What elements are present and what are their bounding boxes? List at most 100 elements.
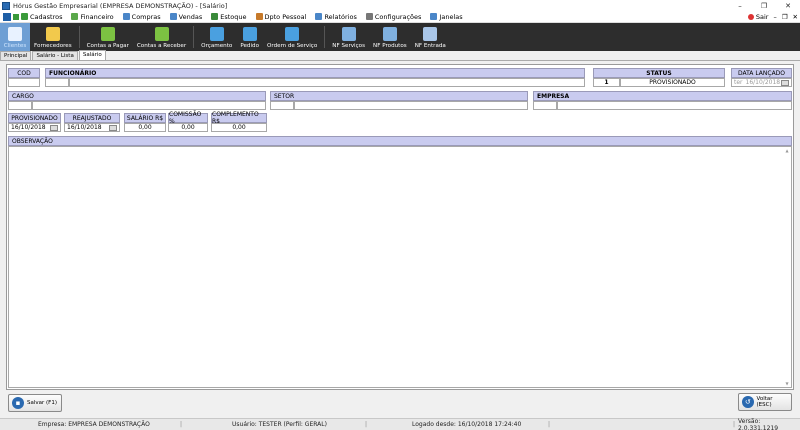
funcionario-id-field[interactable]	[45, 78, 69, 87]
menu-estoque[interactable]: Estoque	[211, 13, 247, 21]
mdi-doc-icon	[3, 12, 11, 21]
cod-field[interactable]	[8, 78, 40, 87]
status-separator: |	[733, 421, 736, 428]
provisionado-date-field[interactable]: 16/10/2018	[8, 123, 61, 132]
fornecedores-icon	[45, 27, 60, 41]
setor-nome-field[interactable]	[294, 101, 528, 110]
toolbar-nf-servicos-button[interactable]: NF Serviços	[328, 23, 369, 51]
status-num-field: 1	[593, 78, 620, 87]
menu-compras[interactable]: Compras	[122, 13, 161, 21]
comissao-field[interactable]: 0,00	[168, 123, 208, 132]
toolbar-nf-entrada-button[interactable]: NF Entrada	[411, 23, 450, 51]
app-window: Hórus Gestão Empresarial (EMPRESA DEMONS…	[0, 0, 800, 430]
calendar-icon[interactable]	[109, 125, 117, 131]
title-bar: Hórus Gestão Empresarial (EMPRESA DEMONS…	[0, 0, 800, 11]
toolbar-clientes-button[interactable]: Clientes	[0, 23, 30, 51]
relatorios-icon	[315, 13, 323, 20]
reajustado-date-field[interactable]: 16/10/2018	[64, 123, 120, 132]
status-logado: Logado desde: 16/10/2018 17:24:40	[412, 421, 522, 428]
cargo-id-field[interactable]	[8, 101, 32, 110]
nf-produtos-icon	[382, 27, 397, 41]
pedido-icon	[242, 27, 257, 41]
toolbar: Clientes Fornecedores Contas a Pagar Con…	[0, 23, 800, 51]
toolbar-orcamento-button[interactable]: Orçamento	[197, 23, 236, 51]
menu-configuracoes[interactable]: Configurações	[365, 13, 421, 21]
save-icon: ▪	[12, 397, 24, 409]
salario-label: SALÁRIO R$	[124, 113, 166, 123]
tab-salario[interactable]: Salário	[78, 50, 106, 60]
mdi-minimize-button[interactable]: –	[773, 13, 776, 21]
toolbar-separator	[324, 26, 326, 48]
close-button[interactable]: ✕	[776, 0, 800, 11]
comissao-label: COMISSÃO %	[168, 111, 208, 125]
app-logo-icon	[2, 1, 10, 10]
status-separator: |	[180, 421, 183, 428]
refresh-icon	[13, 13, 19, 20]
minimize-button[interactable]: –	[728, 0, 752, 11]
provisionado-label: PROVISIONADO	[8, 113, 61, 123]
status-label: STATUS	[593, 68, 725, 78]
mdi-controls: Sair – ❐ ✕	[747, 11, 798, 23]
power-icon	[747, 14, 754, 20]
menu-financeiro[interactable]: Financeiro	[71, 13, 114, 21]
estoque-icon	[211, 13, 219, 20]
nf-entrada-icon	[423, 27, 438, 41]
sair-button[interactable]: Sair	[747, 13, 768, 21]
mdi-restore-button[interactable]: ❐	[782, 13, 788, 21]
reajustado-label: REAJUSTADO	[64, 113, 120, 123]
status-separator: |	[365, 421, 368, 428]
empresa-id-field[interactable]	[533, 101, 557, 110]
maximize-button[interactable]: ❐	[752, 0, 776, 11]
dpto-pessoal-icon	[255, 13, 263, 20]
salario-field[interactable]: 0,00	[124, 123, 166, 132]
window-controls: – ❐ ✕	[728, 0, 800, 11]
financeiro-icon	[71, 13, 79, 20]
observacao-textarea[interactable]	[8, 146, 792, 388]
status-separator: |	[548, 421, 551, 428]
toolbar-contas-pagar-button[interactable]: Contas a Pagar	[83, 23, 133, 51]
menu-cadastros[interactable]: Cadastros	[21, 13, 62, 21]
mdi-close-button[interactable]: ✕	[793, 13, 798, 21]
setor-label: SETOR	[270, 91, 528, 101]
nf-servicos-icon	[341, 27, 356, 41]
toolbar-separator	[78, 26, 80, 48]
toolbar-fornecedores-button[interactable]: Fornecedores	[30, 23, 76, 51]
scroll-down-icon[interactable]: ▼	[785, 381, 788, 386]
status-versao: Versão: 2.0.331.1219	[738, 417, 779, 430]
setor-id-field[interactable]	[270, 101, 294, 110]
funcionario-nome-field[interactable]	[69, 78, 585, 87]
menu-dpto-pessoal[interactable]: Dpto Pessoal	[255, 13, 306, 21]
menu-vendas[interactable]: Vendas	[169, 13, 202, 21]
toolbar-nf-produtos-button[interactable]: NF Produtos	[369, 23, 411, 51]
menu-janelas[interactable]: Janelas	[430, 13, 463, 21]
observacao-label: OBSERVAÇÃO	[8, 136, 792, 146]
window-title: Hórus Gestão Empresarial (EMPRESA DEMONS…	[13, 1, 228, 10]
scroll-up-icon[interactable]: ▲	[785, 148, 788, 153]
vendas-icon	[169, 13, 177, 20]
toolbar-contas-receber-button[interactable]: Contas a Receber	[133, 23, 190, 51]
calendar-icon	[781, 80, 789, 86]
cargo-nome-field[interactable]	[32, 101, 266, 110]
tab-strip: Principal Salário - Lista Salário	[0, 50, 800, 61]
contas-pagar-icon	[100, 27, 115, 41]
cadastros-icon	[21, 13, 28, 20]
janelas-icon	[430, 13, 438, 20]
tab-salario-lista[interactable]: Salário - Lista	[32, 51, 78, 60]
menu-relatorios[interactable]: Relatórios	[315, 13, 357, 21]
complemento-label: COMPLEMENTO R$	[211, 111, 267, 125]
observacao-scrollbar[interactable]: ▲ ▼	[784, 148, 790, 386]
empresa-nome-field[interactable]	[557, 101, 792, 110]
voltar-button[interactable]: ↺ Voltar (ESC)	[738, 393, 792, 411]
empresa-label: EMPRESA	[533, 91, 792, 101]
calendar-icon[interactable]	[50, 125, 58, 131]
salvar-button[interactable]: ▪ Salvar (F1)	[8, 394, 62, 412]
status-empresa: Empresa: EMPRESA DEMONSTRAÇÃO	[38, 421, 150, 428]
compras-icon	[122, 13, 130, 20]
status-bar: Empresa: EMPRESA DEMONSTRAÇÃO | Usuário:…	[0, 418, 800, 430]
orcamento-icon	[209, 27, 224, 41]
tab-principal[interactable]: Principal	[0, 51, 32, 60]
complemento-field[interactable]: 0,00	[211, 123, 267, 132]
contas-receber-icon	[154, 27, 169, 41]
toolbar-pedido-button[interactable]: Pedido	[236, 23, 263, 51]
toolbar-ordem-servico-button[interactable]: Ordem de Serviço	[263, 23, 321, 51]
